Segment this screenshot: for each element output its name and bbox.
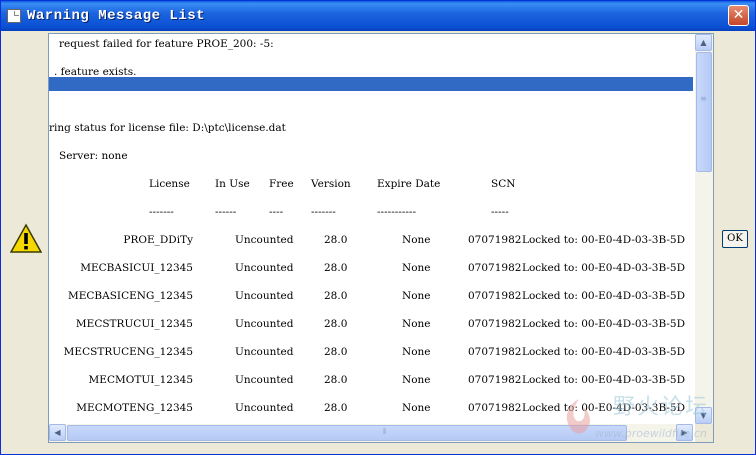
table-separator: ---- xyxy=(269,206,284,218)
horizontal-scroll-thumb[interactable] xyxy=(67,425,627,441)
cell-locked: Locked to: 00-E0-4D-03-3B-5D xyxy=(522,318,686,330)
cell-license: MECMOTENG_12345 xyxy=(76,402,193,414)
cell-scn: 07071982 xyxy=(468,402,522,414)
table-header: License xyxy=(149,178,190,190)
vertical-scrollbar[interactable]: ▲ ≡ ▼ xyxy=(695,34,713,424)
message-lines: request failed for feature PROE_200: -5:… xyxy=(49,34,693,424)
watermark-url: www.proewildfire.cn xyxy=(595,427,707,440)
cell-locked: Locked to: 00-E0-4D-03-3B-5D xyxy=(522,234,686,246)
cell-in-use: Uncounted xyxy=(235,374,294,386)
title-bar[interactable]: Warning Message List ✕ xyxy=(1,1,755,31)
table-header: Expire Date xyxy=(377,178,441,190)
table-separator: ------- xyxy=(311,206,336,218)
cell-scn: 07071982 xyxy=(468,346,522,358)
cell-scn: 07071982 xyxy=(468,374,522,386)
scroll-up-arrow-icon[interactable]: ▲ xyxy=(695,34,712,51)
cell-in-use: Uncounted xyxy=(235,402,294,414)
table-separator: ----- xyxy=(491,206,509,218)
message-line: ring status for license file: D:\ptc\lic… xyxy=(49,122,286,134)
cell-license: MECMOTUI_12345 xyxy=(88,374,193,386)
warning-icon xyxy=(10,223,42,253)
cell-expire: None xyxy=(402,234,431,246)
cell-scn: 07071982 xyxy=(468,290,522,302)
cell-version: 28.0 xyxy=(324,318,348,330)
warning-message-window: Warning Message List ✕ request failed fo… xyxy=(0,0,756,455)
watermark-title: 野火论坛 xyxy=(613,395,710,420)
cell-license: MECSTRUCENG_12345 xyxy=(63,346,193,358)
close-button[interactable]: ✕ xyxy=(728,5,749,26)
cell-expire: None xyxy=(402,402,431,414)
selected-line-highlight xyxy=(49,77,693,91)
cell-version: 28.0 xyxy=(324,290,348,302)
cell-locked: Locked to: 00-E0-4D-03-3B-5D xyxy=(522,262,686,274)
cell-in-use: Uncounted xyxy=(235,290,294,302)
table-separator: ------- xyxy=(149,206,174,218)
horizontal-grip-icon: ⦀ xyxy=(383,427,387,436)
cell-version: 28.0 xyxy=(324,262,348,274)
table-header: Version xyxy=(311,178,351,190)
table-header: In Use xyxy=(215,178,250,190)
cell-locked: Locked to: 00-E0-4D-03-3B-5D xyxy=(522,346,686,358)
cell-license: MECSTRUCUI_12345 xyxy=(75,318,193,330)
cell-version: 28.0 xyxy=(324,374,348,386)
vertical-grip-icon: ≡ xyxy=(700,94,707,103)
cell-license: MECBASICUI_12345 xyxy=(80,262,193,274)
cell-version: 28.0 xyxy=(324,402,348,414)
message-line: request failed for feature PROE_200: -5: xyxy=(59,38,274,50)
cell-license: MECBASICENG_12345 xyxy=(67,290,193,302)
cell-locked: Locked to: 00-E0-4D-03-3B-5D xyxy=(522,374,686,386)
watermark-logo-icon xyxy=(566,399,590,434)
ok-button[interactable]: OK xyxy=(722,230,748,248)
cell-locked: Locked to: 00-E0-4D-03-3B-5D xyxy=(522,290,686,302)
cell-expire: None xyxy=(402,374,431,386)
cell-scn: 07071982 xyxy=(468,318,522,330)
table-separator: ----------- xyxy=(377,206,417,218)
cell-expire: None xyxy=(402,290,431,302)
message-line: . feature exists. xyxy=(54,66,137,78)
window-title: Warning Message List xyxy=(27,8,206,24)
cell-scn: 07071982 xyxy=(468,262,522,274)
scroll-left-arrow-icon[interactable]: ◀ xyxy=(49,424,66,441)
message-text-area[interactable]: request failed for feature PROE_200: -5:… xyxy=(48,33,714,443)
cell-in-use: Uncounted xyxy=(235,262,294,274)
cell-in-use: Uncounted xyxy=(235,234,294,246)
table-header: SCN xyxy=(491,178,516,190)
table-header: Free xyxy=(269,178,294,190)
cell-in-use: Uncounted xyxy=(235,318,294,330)
message-line: Server: none xyxy=(59,150,128,162)
vertical-scroll-thumb[interactable] xyxy=(696,52,712,172)
cell-expire: None xyxy=(402,262,431,274)
table-separator: ------ xyxy=(215,206,237,218)
cell-version: 28.0 xyxy=(324,234,348,246)
window-icon xyxy=(7,9,21,23)
cell-expire: None xyxy=(402,318,431,330)
cell-license: PROE_DDiTy xyxy=(123,234,193,246)
cell-scn: 07071982 xyxy=(468,234,522,246)
watermark: 野火论坛 www.proewildfire.cn xyxy=(551,389,751,449)
cell-version: 28.0 xyxy=(324,346,348,358)
cell-in-use: Uncounted xyxy=(235,346,294,358)
cell-expire: None xyxy=(402,346,431,358)
